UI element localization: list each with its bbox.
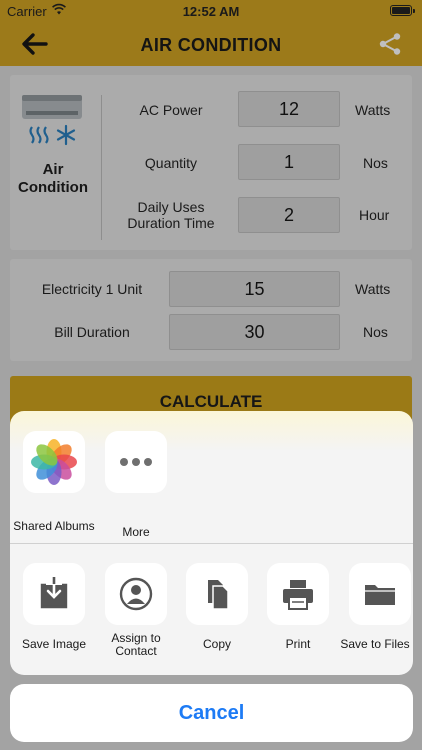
more-button[interactable]: More: [105, 431, 167, 539]
clock: 12:52 AM: [182, 4, 240, 19]
air-conditioner-icon: [22, 95, 82, 146]
save-to-files-label: Save to Files: [340, 637, 410, 651]
quantity-label: Quantity: [144, 155, 198, 171]
ac-power-input[interactable]: 12: [238, 91, 340, 127]
shared-albums-button[interactable]: Shared Albums: [13, 431, 95, 533]
quantity-input[interactable]: 1: [238, 144, 340, 180]
device-name: Air Condition: [18, 161, 88, 196]
print-icon: [267, 563, 329, 625]
assign-to-contact-label: Assign to Contact: [111, 631, 161, 658]
photos-icon: [23, 431, 85, 493]
bill-duration-unit: Nos: [363, 324, 388, 340]
navigation-bar: AIR CONDITION: [0, 22, 422, 66]
share-icon[interactable]: [378, 32, 402, 56]
save-image-button[interactable]: Save Image: [22, 563, 86, 663]
contact-icon: [105, 563, 167, 625]
quantity-unit: Nos: [363, 155, 388, 171]
more-label: More: [122, 525, 150, 539]
save-to-files-button[interactable]: Save to Files: [340, 563, 411, 663]
electricity-unit-unit: Watts: [355, 281, 391, 297]
bill-duration-input[interactable]: 30: [169, 314, 340, 350]
bill-duration-label: Bill Duration: [54, 324, 130, 340]
copy-icon: [186, 563, 248, 625]
more-icon: [105, 431, 167, 493]
daily-uses-unit: Hour: [359, 207, 390, 223]
shared-albums-label: Shared Albums: [13, 519, 95, 533]
cancel-button[interactable]: Cancel: [10, 684, 413, 742]
status-bar: Carrier 12:52 AM: [0, 0, 422, 22]
assign-to-contact-button[interactable]: Assign to Contact: [105, 563, 167, 663]
save-image-icon: [23, 563, 85, 625]
copy-label: Copy: [202, 637, 231, 651]
battery-icon: [390, 5, 415, 16]
folder-icon: [349, 563, 411, 625]
divider: [101, 95, 102, 240]
electricity-unit-label: Electricity 1 Unit: [41, 281, 143, 297]
daily-uses-label: Daily Uses Duration Time: [127, 199, 215, 231]
copy-button[interactable]: Copy: [186, 563, 248, 663]
page-title: AIR CONDITION: [140, 35, 282, 55]
ac-power-unit: Watts: [355, 102, 391, 118]
sheet-divider: [10, 543, 413, 544]
share-sheet: Shared Albums More Save Image Assign to …: [10, 411, 413, 675]
save-image-label: Save Image: [21, 637, 87, 651]
print-button[interactable]: Print: [267, 563, 329, 663]
electricity-unit-input[interactable]: 15: [169, 271, 340, 307]
print-label: Print: [285, 637, 311, 651]
daily-uses-input[interactable]: 2: [238, 197, 340, 233]
ac-power-label: AC Power: [139, 102, 203, 118]
